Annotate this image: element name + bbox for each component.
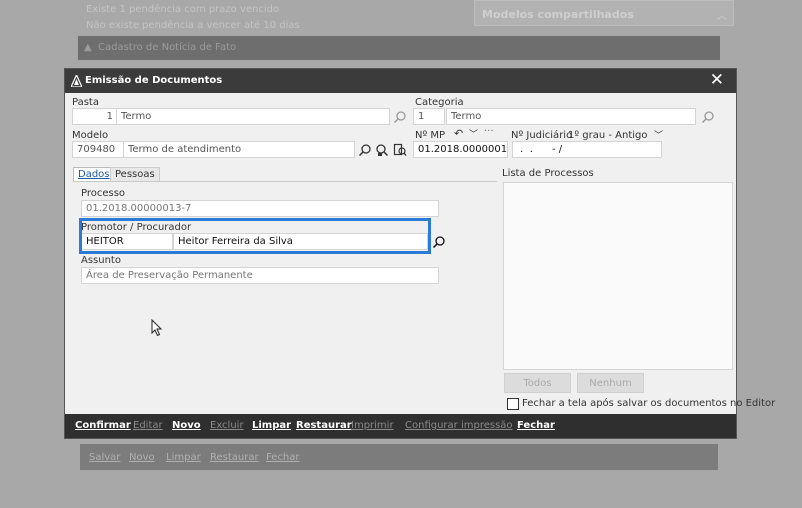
bg-window-title: Cadastro de Notícia de Fato — [98, 42, 237, 53]
categoria-code-field[interactable]: 1 — [413, 108, 445, 125]
njudicial-field[interactable]: . . - / — [512, 141, 662, 158]
modelo-code-field[interactable]: 709480 — [72, 141, 124, 158]
nmp-label: Nº MP — [415, 130, 446, 141]
modelo-document-search-icon[interactable] — [393, 143, 407, 157]
dialog-titlebar: Emissão de Documentos ✕ — [65, 69, 736, 93]
confirmar-button[interactable]: Confirmar — [75, 420, 131, 431]
lista-processos-list[interactable] — [503, 182, 733, 370]
bg-shared-models-panel: Modelos compartilhados ︿ — [474, 0, 734, 26]
modelo-label: Modelo — [72, 130, 109, 141]
nmp-field[interactable]: 01.2018.00000013-7 — [413, 141, 508, 158]
assunto-label: Assunto — [81, 255, 121, 266]
close-icon[interactable]: ✕ — [710, 72, 724, 89]
categoria-label: Categoria — [415, 97, 464, 108]
promotor-search-icon[interactable] — [432, 235, 446, 249]
processo-label: Processo — [81, 188, 126, 199]
undo-icon[interactable]: ↶ — [454, 127, 463, 140]
chevron-down-icon[interactable]: ﹀ — [469, 127, 478, 140]
novo-button[interactable]: Novo — [172, 420, 201, 431]
bg-action-limpar: Limpar — [166, 452, 201, 463]
pasta-code-field[interactable]: 1 — [72, 108, 118, 125]
fechar-button[interactable]: Fechar — [517, 420, 555, 431]
app-logo-icon — [71, 75, 82, 87]
lista-processos-label: Lista de Processos — [502, 168, 594, 179]
fechar-apos-salvar-checkbox[interactable] — [507, 398, 519, 410]
editar-button[interactable]: Editar — [133, 420, 163, 431]
configurar-impressao-button[interactable]: Configurar impressão — [405, 420, 513, 431]
bg-action-novo: Novo — [129, 452, 155, 463]
pasta-search-icon[interactable] — [393, 110, 407, 124]
assunto-field[interactable]: Área de Preservação Permanente — [81, 267, 439, 284]
bg-pending-upcoming: Não existe pendência a vencer até 10 dia… — [86, 20, 300, 31]
categoria-name-field[interactable]: Termo — [446, 108, 696, 125]
instance-chevron-down-icon[interactable]: ﹀ — [654, 128, 663, 141]
pasta-name-field[interactable]: Termo — [116, 108, 390, 125]
bg-shared-models-title: Modelos compartilhados — [482, 8, 634, 21]
bg-action-bar: Salvar Novo Limpar Restaurar Fechar — [80, 444, 718, 470]
excluir-button[interactable]: Excluir — [210, 420, 244, 431]
bg-action-restaurar: Restaurar — [210, 452, 259, 463]
restaurar-button[interactable]: Restaurar — [296, 420, 352, 431]
chevron-up-icon: ︿ — [717, 11, 727, 22]
bg-pending-overdue: Existe 1 pendência com prazo vencido — [86, 4, 280, 15]
mouse-cursor-icon — [151, 319, 163, 337]
dialog-action-bar: Confirmar Editar Novo Excluir Limpar Res… — [65, 414, 736, 438]
emissao-documentos-dialog: Emissão de Documentos ✕ Pasta 1 Termo Ca… — [64, 68, 775, 439]
bg-logo-icon: ▲ — [84, 42, 92, 53]
modelo-name-field[interactable]: Termo de atendimento — [123, 141, 355, 158]
modelo-search-icon[interactable] — [358, 143, 372, 157]
categoria-search-icon[interactable] — [701, 110, 715, 124]
fechar-apos-salvar-label: Fechar a tela após salvar os documentos … — [522, 398, 776, 409]
tab-dados[interactable]: Dados — [73, 167, 115, 181]
dialog-title: Emissão de Documentos — [85, 75, 223, 86]
pasta-label: Pasta — [72, 97, 99, 108]
bg-action-salvar: Salvar — [89, 452, 121, 463]
bg-action-fechar: Fechar — [266, 452, 300, 463]
njudicial-instance-select[interactable]: 1º grau - Antigo — [568, 130, 648, 141]
limpar-button[interactable]: Limpar — [252, 420, 291, 431]
modelo-preview-icon[interactable] — [375, 143, 389, 157]
todos-button[interactable]: Todos — [504, 373, 571, 393]
njudicial-label: Nº Judiciário — [511, 130, 573, 141]
more-icon[interactable]: ··· — [484, 126, 494, 137]
nenhum-button[interactable]: Nenhum — [577, 373, 644, 393]
processo-field[interactable]: 01.2018.00000013-7 — [81, 200, 439, 217]
promotor-highlight-box — [79, 218, 431, 254]
tab-pessoas[interactable]: Pessoas — [110, 167, 160, 181]
imprimir-button[interactable]: Imprimir — [351, 420, 394, 431]
bg-window-titlebar: ▲ Cadastro de Notícia de Fato — [78, 36, 720, 60]
